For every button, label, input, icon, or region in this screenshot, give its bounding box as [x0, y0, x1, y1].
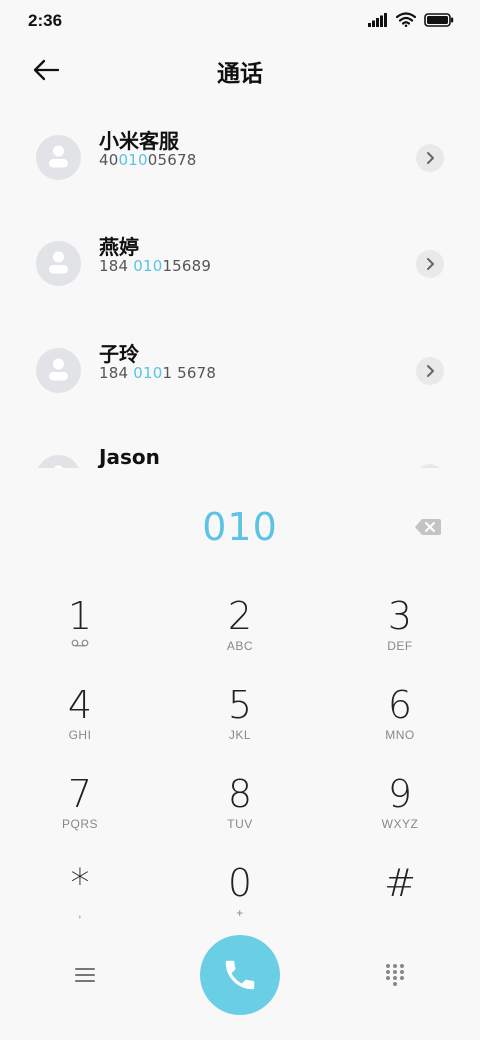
key-digit: 5 — [227, 683, 253, 727]
status-bar: 2:36 — [0, 0, 480, 40]
battery-icon — [424, 12, 454, 27]
avatar — [36, 241, 81, 286]
key-5[interactable]: 5 JKL — [180, 684, 300, 764]
key-letters: GHI — [68, 728, 92, 742]
phone-icon — [225, 960, 255, 990]
person-icon — [53, 465, 64, 468]
page-title: 通话 — [217, 61, 263, 87]
key-3[interactable]: 3 DEF — [340, 595, 460, 675]
contact-number: 184 01015689 — [99, 257, 211, 275]
avatar — [36, 135, 81, 180]
contact-name: 小米客服 — [99, 129, 179, 153]
contact-name: Jason — [99, 445, 160, 468]
key-digit: 0 — [227, 861, 253, 905]
key-digit: 9 — [387, 772, 413, 816]
key-digit: # — [384, 861, 416, 905]
keypad-toggle-button[interactable] — [376, 958, 414, 992]
number-prefix: 40 — [99, 151, 119, 169]
key-digit: 6 — [387, 683, 413, 727]
contact-detail-button[interactable] — [416, 144, 444, 172]
contact-row[interactable]: 燕婷 184 01015689 — [0, 235, 480, 347]
chevron-right-icon — [427, 152, 434, 164]
contact-detail-button[interactable] — [416, 250, 444, 278]
backspace-icon — [415, 519, 441, 535]
signal-icon — [368, 12, 387, 27]
number-match: 010 — [133, 364, 163, 382]
key-7[interactable]: 7 PQRS — [20, 773, 140, 853]
contact-list: 小米客服 4001005678 燕婷 184 01015689 子玲 184 0… — [0, 100, 480, 468]
avatar — [36, 348, 81, 393]
bottom-bar — [0, 930, 480, 1020]
contact-detail-button[interactable] — [416, 464, 444, 468]
key-letters: DEF — [387, 639, 413, 653]
wifi-icon — [396, 12, 416, 27]
menu-icon — [75, 968, 95, 982]
number-match: 010 — [118, 151, 148, 169]
key-2[interactable]: 2 ABC — [180, 595, 300, 675]
avatar — [36, 455, 81, 468]
key-letters: , — [78, 906, 82, 920]
key-6[interactable]: 6 MNO — [340, 684, 460, 764]
key-letters: JKL — [228, 728, 252, 742]
key-letters: WXYZ — [381, 817, 419, 831]
contact-number: 184 0101 5678 — [99, 364, 216, 382]
key-digit: 3 — [387, 594, 413, 638]
key-4[interactable]: 4 GHI — [20, 684, 140, 764]
chevron-right-icon — [427, 365, 434, 377]
key-letters: + — [236, 906, 244, 920]
contact-row[interactable]: 子玲 184 0101 5678 — [0, 342, 480, 454]
key-digit: 4 — [67, 683, 93, 727]
number-suffix: 05678 — [147, 151, 197, 169]
key-letters: MNO — [385, 728, 415, 742]
call-button[interactable] — [200, 935, 280, 1015]
person-icon — [49, 145, 68, 168]
number-suffix: 15689 — [162, 257, 212, 275]
dialpad-icon — [386, 964, 404, 986]
key-9[interactable]: 9 WXYZ — [340, 773, 460, 853]
header: 通话 — [0, 40, 480, 100]
chevron-right-icon — [427, 258, 434, 270]
voicemail-icon — [71, 639, 89, 647]
contact-number: 4001005678 — [99, 151, 196, 169]
person-icon — [49, 358, 68, 381]
contact-name: 子玲 — [99, 342, 139, 366]
number-prefix: 184 — [99, 257, 134, 275]
key-digit: 1 — [67, 594, 93, 638]
key-letters: PQRS — [61, 817, 98, 831]
person-icon — [49, 251, 68, 274]
status-icons — [368, 12, 454, 27]
key-digit: 2 — [227, 594, 253, 638]
contact-detail-button[interactable] — [416, 357, 444, 385]
key-8[interactable]: 8 TUV — [180, 773, 300, 853]
contact-row[interactable]: Jason — [0, 445, 480, 468]
key-digit: 8 — [227, 772, 253, 816]
key-digit: * — [70, 861, 90, 905]
key-letters: TUV — [227, 817, 253, 831]
backspace-button[interactable] — [411, 513, 445, 541]
key-digit: 7 — [67, 772, 93, 816]
dialed-number: 010 — [202, 505, 278, 549]
number-suffix: 1 5678 — [162, 364, 217, 382]
number-match: 010 — [133, 257, 163, 275]
number-prefix: 184 — [99, 364, 134, 382]
key-letters: ABC — [226, 639, 254, 653]
contact-row[interactable]: 小米客服 4001005678 — [0, 129, 480, 241]
menu-button[interactable] — [66, 960, 104, 990]
key-1[interactable]: 1 — [20, 595, 140, 675]
contact-name: 燕婷 — [99, 235, 139, 259]
status-time: 2:36 — [28, 11, 63, 30]
